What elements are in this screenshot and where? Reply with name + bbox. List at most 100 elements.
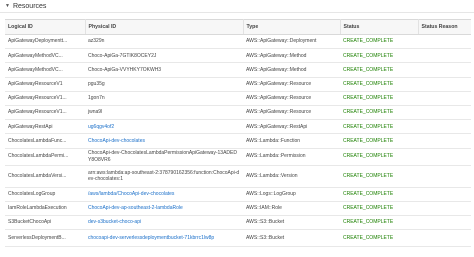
status-reason-cell bbox=[418, 48, 471, 64]
status-cell: CREATE_COMPLETE bbox=[340, 48, 418, 64]
status-reason-cell bbox=[418, 187, 471, 202]
table-row: ChocolatesLambdaFunc... ChocoApi-dev-choc… bbox=[5, 133, 471, 149]
status-reason-cell bbox=[418, 62, 471, 78]
type-cell: AWS::ApiGateway::Deployment bbox=[243, 34, 340, 50]
physical-id-cell: ChocoApi-dev-ap-southeast-2-lambdaRole bbox=[85, 201, 243, 216]
status-cell: CREATE_COMPLETE bbox=[340, 165, 418, 188]
physical-id-cell: pgu35g bbox=[85, 77, 243, 92]
logical-id-cell: ChocolatesLambdaPermi... bbox=[5, 148, 85, 166]
logical-id-cell: S3BucketChocoApi bbox=[5, 215, 85, 231]
status-reason-cell bbox=[418, 215, 471, 231]
type-cell: AWS::ApiGateway::Resource bbox=[243, 77, 340, 92]
status-text: CREATE_COMPLETE bbox=[343, 205, 394, 212]
table-row: ApiGatewayResourceV1 pgu35g AWS::ApiGatewa… bbox=[5, 77, 471, 92]
status-cell: CREATE_COMPLETE bbox=[340, 229, 418, 248]
status-reason-cell bbox=[418, 133, 471, 149]
status-cell: CREATE_COMPLETE bbox=[340, 77, 418, 92]
logical-id-cell: ApiGatewayResourceV1... bbox=[5, 91, 85, 106]
status-reason-cell bbox=[418, 77, 471, 92]
status-reason-cell bbox=[418, 165, 471, 188]
physical-id-cell: jwna9l bbox=[85, 105, 243, 121]
chevron-down-icon[interactable]: ▼ bbox=[5, 3, 10, 9]
logical-id-cell: ApiGatewayResourceV1 bbox=[5, 77, 85, 92]
physical-id-cell: 1gon7n bbox=[85, 91, 243, 106]
status-reason-cell bbox=[418, 34, 471, 50]
table-row: ChocolatesLambdaPermi... ChocoApi-dev-Cho… bbox=[5, 148, 471, 166]
type-cell: AWS::ApiGateway::RestApi bbox=[243, 119, 340, 135]
physical-id-cell: Choco-ApiGa-VVYHKY7OKWH3 bbox=[85, 62, 243, 78]
status-cell: CREATE_COMPLETE bbox=[340, 105, 418, 121]
logical-id-cell: ChocolatesLambdaVersi... bbox=[5, 165, 85, 188]
column-header-physical-id[interactable]: Physical ID bbox=[85, 19, 244, 35]
physical-id-link[interactable]: ChocoApi-dev-ap-southeast-2-lambdaRole bbox=[88, 205, 183, 211]
logical-id-cell: ApiGatewayDeploymentt... bbox=[5, 34, 85, 50]
type-cell: AWS::ApiGateway::Method bbox=[243, 48, 340, 64]
logical-id-cell: ChocolatesLogGroup bbox=[5, 187, 85, 202]
table-row: ApiGatewayResourceV1... jwna9l AWS::ApiGat… bbox=[5, 105, 471, 121]
resources-section-header[interactable]: ▼ Resources bbox=[0, 0, 474, 13]
table-row: ChocolatesLogGroup/aws/lambda/ChocoApi-d… bbox=[5, 187, 471, 202]
status-text: CREATE_COMPLETE bbox=[343, 81, 394, 87]
physical-id-link[interactable]: chocoapi-dev-serverlessdeploymentbucket-… bbox=[88, 235, 214, 241]
physical-id-cell: arn:aws:lambda:ap-southeast-2:3787901623… bbox=[85, 165, 243, 188]
table-row: ApiGatewayMethodVC... Choco-ApiGa-VVYHKY7… bbox=[5, 62, 471, 78]
table-row: S3BucketChocoApi dev-s3bucket-choco-api AW… bbox=[5, 215, 471, 231]
status-cell: CREATE_COMPLETE bbox=[340, 91, 418, 106]
table-header-row: Logical ID Physical ID Type Status Statu… bbox=[5, 19, 471, 35]
status-cell: CREATE_COMPLETE bbox=[340, 148, 418, 166]
type-cell: AWS::S3::Bucket bbox=[243, 215, 340, 231]
logical-id-cell: ApiGatewayMethodVC... bbox=[5, 48, 85, 64]
status-text: CREATE_COMPLETE bbox=[343, 172, 394, 179]
status-cell: CREATE_COMPLETE bbox=[340, 201, 418, 216]
status-text: CREATE_COMPLETE bbox=[343, 109, 394, 116]
status-text: CREATE_COMPLETE bbox=[343, 137, 394, 144]
status-text: CREATE_COMPLETE bbox=[343, 52, 394, 59]
physical-id-link[interactable]: /aws/lambda/ChocoApi-dev-chocolates bbox=[88, 191, 174, 197]
status-text: CREATE_COMPLETE bbox=[343, 190, 394, 197]
type-cell: AWS::ApiGateway::Resource bbox=[243, 91, 340, 106]
column-header-type[interactable]: Type bbox=[243, 19, 341, 35]
physical-id-cell: /aws/lambda/ChocoApi-dev-chocolates bbox=[85, 187, 243, 202]
table-row: ApiGatewayRestApi ug6qgv4of2 AWS::ApiGatew… bbox=[5, 119, 471, 135]
column-header-logical-id[interactable]: Logical ID bbox=[5, 19, 86, 35]
status-cell: CREATE_COMPLETE bbox=[340, 119, 418, 135]
logical-id-cell: ApiGatewayMethodVC... bbox=[5, 62, 85, 78]
table-row: IamRoleLambdaExecution ChocoApi-dev-ap-so… bbox=[5, 201, 471, 216]
column-header-status[interactable]: Status bbox=[340, 19, 419, 35]
type-cell: AWS::IAM::Role bbox=[243, 201, 340, 216]
type-cell: AWS::Logs::LogGroup bbox=[243, 187, 340, 202]
table-row: ChocolatesLambdaVersi... arn:aws:lambda:a… bbox=[5, 165, 471, 188]
status-text: CREATE_COMPLETE bbox=[343, 38, 394, 45]
logical-id-cell: ApiGatewayResourceV1... bbox=[5, 105, 85, 121]
status-cell: CREATE_COMPLETE bbox=[340, 62, 418, 78]
status-reason-cell bbox=[418, 229, 471, 248]
type-cell: AWS::Lambda::Version bbox=[243, 165, 340, 188]
section-title: Resources bbox=[12, 2, 47, 10]
type-cell: AWS::Lambda::Permission bbox=[243, 148, 340, 166]
physical-id-cell: ChocoApi-dev-chocolates bbox=[85, 133, 243, 149]
status-text: CREATE_COMPLETE bbox=[343, 219, 394, 226]
physical-id-cell: az329n bbox=[85, 34, 243, 50]
physical-id-cell: Choco-ApiGa-7GTIK8OCEY2J bbox=[85, 48, 243, 64]
table-row: ApiGatewayMethodVC... Choco-ApiGa-7GTIK8O… bbox=[5, 48, 471, 64]
resources-table: Logical ID Physical ID Type Status Statu… bbox=[5, 19, 471, 248]
status-reason-cell bbox=[418, 148, 471, 166]
physical-id-cell: chocoapi-dev-serverlessdeploymentbucket-… bbox=[85, 229, 243, 248]
logical-id-cell: ChocolatesLambdaFunc... bbox=[5, 133, 85, 149]
column-header-status-reason[interactable]: Status Reason bbox=[418, 19, 471, 35]
type-cell: AWS::ApiGateway::Method bbox=[243, 62, 340, 78]
status-reason-cell bbox=[418, 201, 471, 216]
physical-id-cell: ChocoApi-dev-ChocolatesLambdaPermissionA… bbox=[85, 148, 243, 166]
physical-id-link[interactable]: ChocoApi-dev-chocolates bbox=[88, 138, 145, 144]
status-text: CREATE_COMPLETE bbox=[343, 123, 394, 130]
status-text: CREATE_COMPLETE bbox=[343, 153, 394, 160]
physical-id-link[interactable]: dev-s3bucket-choco-api bbox=[88, 219, 141, 225]
logical-id-cell: IamRoleLambdaExecution bbox=[5, 201, 85, 216]
physical-id-cell: dev-s3bucket-choco-api bbox=[85, 215, 243, 231]
physical-id-link[interactable]: ug6qgv4of2 bbox=[88, 124, 114, 130]
logical-id-cell: ApiGatewayRestApi bbox=[5, 119, 85, 135]
type-cell: AWS::ApiGateway::Resource bbox=[243, 105, 340, 121]
type-cell: AWS::S3::Bucket bbox=[243, 229, 340, 248]
status-text: CREATE_COMPLETE bbox=[343, 66, 394, 73]
status-cell: CREATE_COMPLETE bbox=[340, 215, 418, 231]
